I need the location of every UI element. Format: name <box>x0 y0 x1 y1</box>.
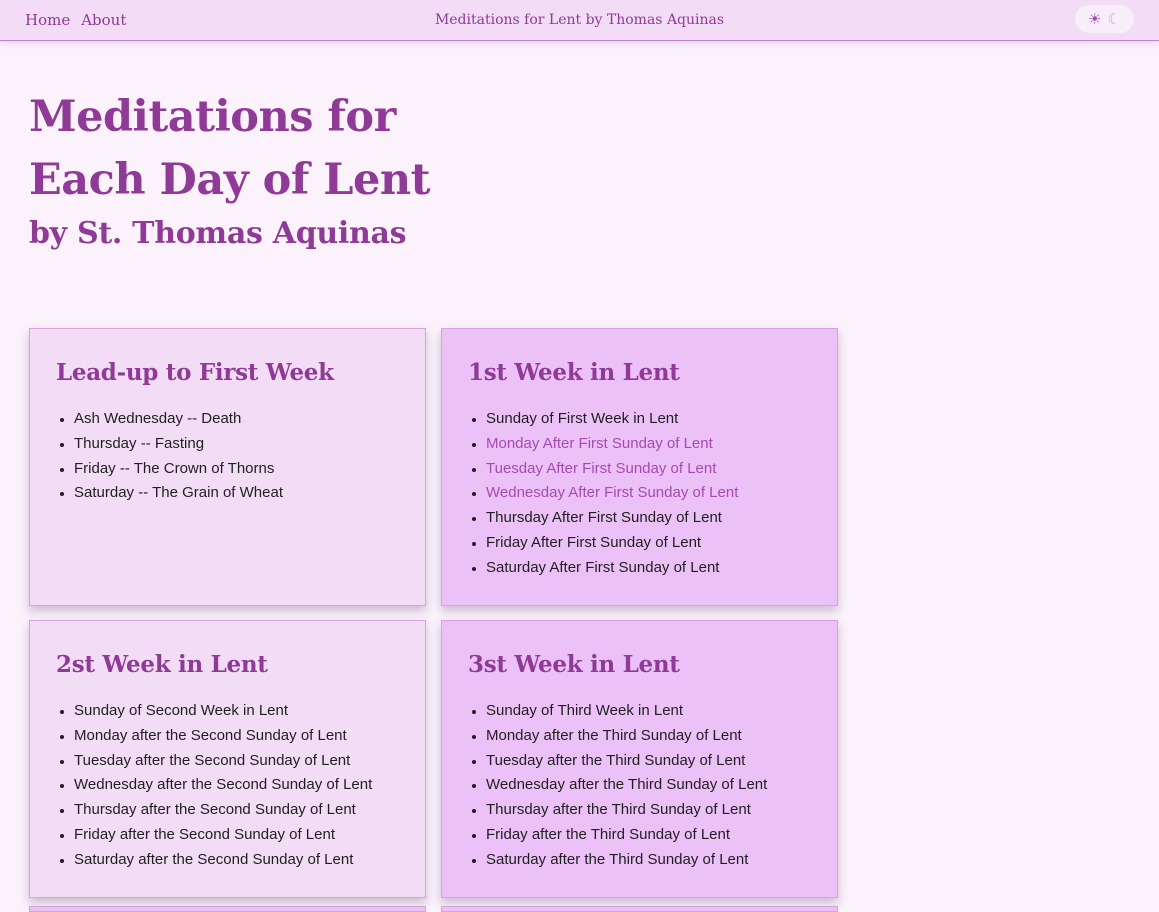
day-link: Friday after the Third Sunday of Lent <box>486 823 817 848</box>
next-card-edge <box>441 906 838 912</box>
day-link: Sunday of Third Week in Lent <box>486 699 817 724</box>
day-link: Monday after the Second Sunday of Lent <box>74 724 405 749</box>
week-card-2: 2st Week in Lent Sunday of Second Week i… <box>29 620 426 898</box>
day-link: Wednesday after the Third Sunday of Lent <box>486 773 817 798</box>
day-link: Tuesday after the Second Sunday of Lent <box>74 749 405 774</box>
day-link[interactable]: Monday After First Sunday of Lent <box>486 432 817 457</box>
week-card-1: 1st Week in Lent Sunday of First Week in… <box>441 328 838 606</box>
day-list: Sunday of Second Week in Lent Monday aft… <box>56 699 405 873</box>
day-link: Thursday after the Third Sunday of Lent <box>486 798 817 823</box>
day-link: Saturday -- The Grain of Wheat <box>74 481 405 506</box>
day-link: Thursday -- Fasting <box>74 432 405 457</box>
day-list: Sunday of First Week in Lent Monday Afte… <box>468 407 817 581</box>
site-title: Meditations for Lent by Thomas Aquinas <box>434 12 725 28</box>
day-link: Thursday After First Sunday of Lent <box>486 506 817 531</box>
moon-icon[interactable]: ☾ <box>1108 12 1121 27</box>
day-link[interactable]: Wednesday After First Sunday of Lent <box>486 481 817 506</box>
day-link: Friday After First Sunday of Lent <box>486 531 817 556</box>
sun-icon[interactable]: ☀ <box>1088 12 1101 27</box>
day-link: Tuesday after the Third Sunday of Lent <box>486 749 817 774</box>
nav-links: Home About <box>25 0 126 40</box>
card-title: Lead-up to First Week <box>56 359 334 386</box>
day-list: Sunday of Third Week in Lent Monday afte… <box>468 699 817 873</box>
nav-about-link[interactable]: About <box>81 11 126 29</box>
day-link: Thursday after the Second Sunday of Lent <box>74 798 405 823</box>
week-card-leadup: Lead-up to First Week Ash Wednesday -- D… <box>29 328 426 606</box>
page-subtitle: by St. Thomas Aquinas <box>29 216 407 251</box>
card-title: 1st Week in Lent <box>468 359 680 386</box>
week-card-3: 3st Week in Lent Sunday of Third Week in… <box>441 620 838 898</box>
day-link: Saturday After First Sunday of Lent <box>486 556 817 581</box>
day-link: Friday after the Second Sunday of Lent <box>74 823 405 848</box>
next-card-edge <box>29 906 426 912</box>
day-link: Saturday after the Second Sunday of Lent <box>74 848 405 873</box>
day-link[interactable]: Tuesday After First Sunday of Lent <box>486 457 817 482</box>
card-title: 3st Week in Lent <box>468 651 680 678</box>
day-link: Wednesday after the Second Sunday of Len… <box>74 773 405 798</box>
day-link: Sunday of First Week in Lent <box>486 407 817 432</box>
day-list: Ash Wednesday -- Death Thursday -- Fasti… <box>56 407 405 506</box>
day-link: Ash Wednesday -- Death <box>74 407 405 432</box>
nav-home-link[interactable]: Home <box>25 11 70 29</box>
theme-toggle[interactable]: ☀ ☾ <box>1075 5 1134 33</box>
top-navbar: Home About Meditations for Lent by Thoma… <box>0 0 1159 41</box>
day-link: Friday -- The Crown of Thorns <box>74 457 405 482</box>
card-title: 2st Week in Lent <box>56 651 268 678</box>
day-link: Saturday after the Third Sunday of Lent <box>486 848 817 873</box>
day-link: Monday after the Third Sunday of Lent <box>486 724 817 749</box>
day-link: Sunday of Second Week in Lent <box>74 699 405 724</box>
page-title: Meditations for Each Day of Lent <box>29 92 431 205</box>
